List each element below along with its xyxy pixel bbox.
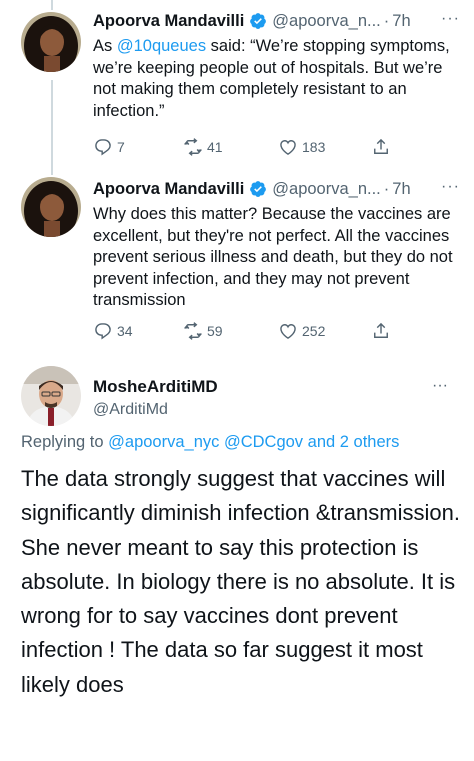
tweet-text: Why does this matter? Because the vaccin… bbox=[93, 205, 453, 309]
replying-prefix: Replying to bbox=[21, 433, 109, 451]
retweet-icon bbox=[184, 322, 202, 340]
like-button[interactable]: 252 bbox=[278, 321, 325, 341]
retweet-button[interactable]: 59 bbox=[183, 321, 223, 341]
avatar[interactable] bbox=[21, 12, 81, 72]
author-handle[interactable]: @apoorva_n... bbox=[272, 180, 380, 199]
author-handle[interactable]: @apoorva_n... bbox=[272, 12, 380, 31]
author-handle[interactable]: @ArditiMd bbox=[93, 401, 218, 419]
replying-to-links[interactable]: @apoorva_nyc @CDCgov and 2 others bbox=[108, 433, 399, 451]
like-button[interactable]: 183 bbox=[278, 137, 325, 157]
like-count: 183 bbox=[302, 139, 326, 155]
avatar[interactable] bbox=[21, 366, 81, 426]
main-tweet-text: The data strongly suggest that vaccines … bbox=[21, 466, 460, 697]
retweet-button[interactable]: 41 bbox=[183, 137, 223, 157]
heart-icon bbox=[280, 140, 296, 155]
more-horizontal-icon[interactable]: ··· bbox=[432, 377, 448, 395]
replying-to: Replying to @apoorva_nyc @CDCgov and 2 o… bbox=[21, 433, 399, 452]
thread-tweet-2[interactable]: Apoorva Mandavilli @apoorva_n... · 7h ··… bbox=[0, 170, 474, 360]
reply-count: 7 bbox=[117, 139, 125, 155]
author-name[interactable]: Apoorva Mandavilli bbox=[93, 180, 244, 199]
reply-icon bbox=[95, 323, 111, 340]
text-prefix: As bbox=[93, 37, 117, 55]
retweet-icon bbox=[184, 138, 202, 156]
separator: · bbox=[383, 179, 390, 198]
reply-icon bbox=[95, 139, 111, 156]
share-icon bbox=[374, 322, 388, 338]
reply-button[interactable]: 34 bbox=[93, 321, 133, 341]
author-name[interactable]: MosheArditiMD bbox=[93, 377, 218, 397]
tweet-actions: 7 41 183 bbox=[93, 137, 393, 159]
retweet-count: 59 bbox=[207, 323, 223, 339]
main-tweet-header: MosheArditiMD @ArditiMd bbox=[93, 377, 218, 419]
share-icon bbox=[374, 138, 388, 154]
share-button[interactable] bbox=[371, 321, 391, 341]
retweet-count: 41 bbox=[207, 139, 223, 155]
tweet-text: As @10queues said: “We’re stopping sympt… bbox=[93, 36, 456, 122]
more-horizontal-icon[interactable]: ··· bbox=[441, 178, 460, 196]
author-name[interactable]: Apoorva Mandavilli bbox=[93, 12, 244, 31]
verified-badge-icon bbox=[249, 180, 267, 198]
avatar[interactable] bbox=[21, 177, 81, 237]
timestamp[interactable]: 7h bbox=[392, 180, 410, 199]
mention-link[interactable]: @10queues bbox=[117, 37, 206, 55]
separator: · bbox=[383, 11, 390, 30]
tweet-actions: 34 59 252 bbox=[93, 321, 393, 343]
timestamp[interactable]: 7h bbox=[392, 12, 410, 31]
verified-badge-icon bbox=[249, 12, 267, 30]
share-button[interactable] bbox=[371, 137, 391, 157]
more-horizontal-icon[interactable]: ··· bbox=[441, 10, 460, 28]
reply-count: 34 bbox=[117, 323, 133, 339]
like-count: 252 bbox=[302, 323, 326, 339]
reply-button[interactable]: 7 bbox=[93, 137, 125, 157]
thread-tweet-1[interactable]: Apoorva Mandavilli @apoorva_n... · 7h ··… bbox=[0, 0, 474, 170]
heart-icon bbox=[280, 324, 296, 339]
